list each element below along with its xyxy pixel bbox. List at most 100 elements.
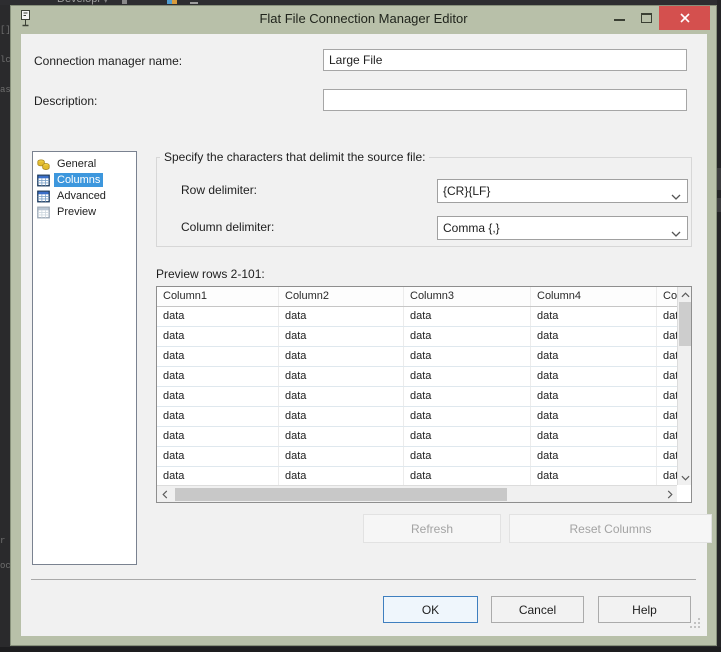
preview-cell: data [279, 307, 404, 326]
preview-cell: data [279, 407, 404, 426]
refresh-button[interactable]: Refresh [363, 514, 501, 543]
connection-name-label: Connection manager name: [34, 54, 183, 68]
preview-cell: data [531, 307, 657, 326]
preview-cell: data [157, 407, 279, 426]
titlebar[interactable]: Flat File Connection Manager Editor [11, 6, 716, 34]
row-delimiter-label: Row delimiter: [181, 183, 258, 197]
table-icon [37, 174, 50, 186]
scroll-left-icon[interactable] [158, 486, 171, 502]
preview-cell: data [531, 407, 657, 426]
code-fragment: [] [0, 25, 10, 35]
preview-cell: data [404, 467, 531, 485]
delimiters-group-title: Specify the characters that delimit the … [160, 150, 430, 164]
code-fragment: r [0, 536, 6, 546]
preview-cell: data [531, 467, 657, 485]
preview-cell: data [157, 307, 279, 326]
sidebar-item-preview[interactable]: Preview [33, 204, 136, 220]
resize-grip[interactable] [688, 616, 701, 634]
table-row: data data data data data [157, 367, 691, 387]
sidebar-item-label: Preview [57, 206, 97, 218]
code-fragment: lc [0, 55, 10, 65]
preview-cell: data [404, 447, 531, 466]
table-row: data data data data data [157, 467, 691, 485]
preview-cell: data [279, 347, 404, 366]
column-header[interactable]: Column3 [404, 287, 531, 306]
preview-cell: data [279, 387, 404, 406]
toolbar-icon-fragment [122, 0, 127, 4]
close-button[interactable] [659, 6, 710, 30]
scroll-up-icon[interactable] [678, 288, 691, 301]
preview-cell: data [157, 347, 279, 366]
column-delimiter-value: Comma {,} [443, 221, 500, 235]
table-muted-icon [37, 206, 50, 218]
preview-grid-rows: data data data data data data data data data data… [157, 307, 691, 485]
vertical-scrollbar[interactable] [677, 287, 691, 485]
preview-cell: data [279, 447, 404, 466]
preview-cell: data [157, 327, 279, 346]
table-row: data data data data data [157, 427, 691, 447]
preview-cell: data [404, 347, 531, 366]
preview-cell: data [531, 327, 657, 346]
ok-button[interactable]: OK [383, 596, 478, 623]
horizontal-scroll-thumb[interactable] [175, 488, 507, 501]
row-delimiter-value: {CR}{LF} [443, 184, 491, 198]
preview-cell: data [157, 387, 279, 406]
preview-cell: data [157, 467, 279, 485]
preview-cell: data [404, 327, 531, 346]
description-label: Description: [34, 94, 98, 108]
sidebar-item-label: Columns [54, 173, 104, 187]
preview-cell: data [531, 347, 657, 366]
table-icon [37, 190, 50, 202]
background-scrollbar-edge [717, 0, 721, 652]
code-fragment: oc [0, 561, 10, 571]
row-delimiter-combobox[interactable]: {CR}{LF} [437, 179, 688, 203]
toolbar-icon-fragment [172, 0, 177, 4]
preview-cell: data [157, 427, 279, 446]
table-row: data data data data data [157, 307, 691, 327]
scroll-down-icon[interactable] [678, 471, 691, 484]
help-button[interactable]: Help [598, 596, 691, 623]
table-row: data data data data data [157, 407, 691, 427]
scroll-right-icon[interactable] [663, 486, 676, 502]
sidebar-item-columns[interactable]: Columns [33, 172, 136, 188]
preview-cell: data [404, 307, 531, 326]
background-bottom-edge [0, 647, 721, 652]
preview-cell: data [531, 367, 657, 386]
pages-listbox: General Columns Advanced Preview [32, 151, 137, 565]
vertical-scroll-thumb[interactable] [679, 302, 691, 346]
column-delimiter-label: Column delimiter: [181, 220, 275, 234]
sidebar-item-general[interactable]: General [33, 156, 136, 172]
preview-cell: data [279, 427, 404, 446]
coins-icon [37, 158, 50, 170]
description-input[interactable] [323, 89, 687, 111]
preview-grid: Column1Column2Column3Column4Column5 data… [156, 286, 692, 503]
preview-rows-label: Preview rows 2-101: [156, 267, 265, 281]
flat-file-connection-manager-dialog: Flat File Connection Manager Editor Conn… [10, 5, 717, 646]
preview-cell: data [157, 367, 279, 386]
horizontal-scrollbar[interactable] [157, 485, 677, 502]
sidebar-item-label: Advanced [57, 190, 106, 202]
sidebar-item-advanced[interactable]: Advanced [33, 188, 136, 204]
minimize-button[interactable] [614, 19, 625, 21]
background-code-edge: [] lc as r oc [0, 0, 10, 652]
preview-cell: data [404, 367, 531, 386]
preview-cell: data [404, 407, 531, 426]
table-row: data data data data data [157, 447, 691, 467]
reset-columns-button[interactable]: Reset Columns [509, 514, 712, 543]
preview-cell: data [157, 447, 279, 466]
sidebar-item-label: General [57, 158, 97, 170]
dialog-title: Flat File Connection Manager Editor [259, 11, 468, 26]
preview-cell: data [404, 387, 531, 406]
preview-cell: data [279, 327, 404, 346]
preview-cell: data [279, 367, 404, 386]
maximize-button[interactable] [641, 13, 652, 23]
preview-grid-header: Column1Column2Column3Column4Column5 [157, 287, 691, 307]
cancel-button[interactable]: Cancel [491, 596, 584, 623]
column-header[interactable]: Column4 [531, 287, 657, 306]
column-header[interactable]: Column1 [157, 287, 279, 306]
chevron-down-icon [671, 226, 681, 240]
column-header[interactable]: Column2 [279, 287, 404, 306]
table-row: data data data data data [157, 327, 691, 347]
connection-name-input[interactable] [323, 49, 687, 71]
column-delimiter-combobox[interactable]: Comma {,} [437, 216, 688, 240]
